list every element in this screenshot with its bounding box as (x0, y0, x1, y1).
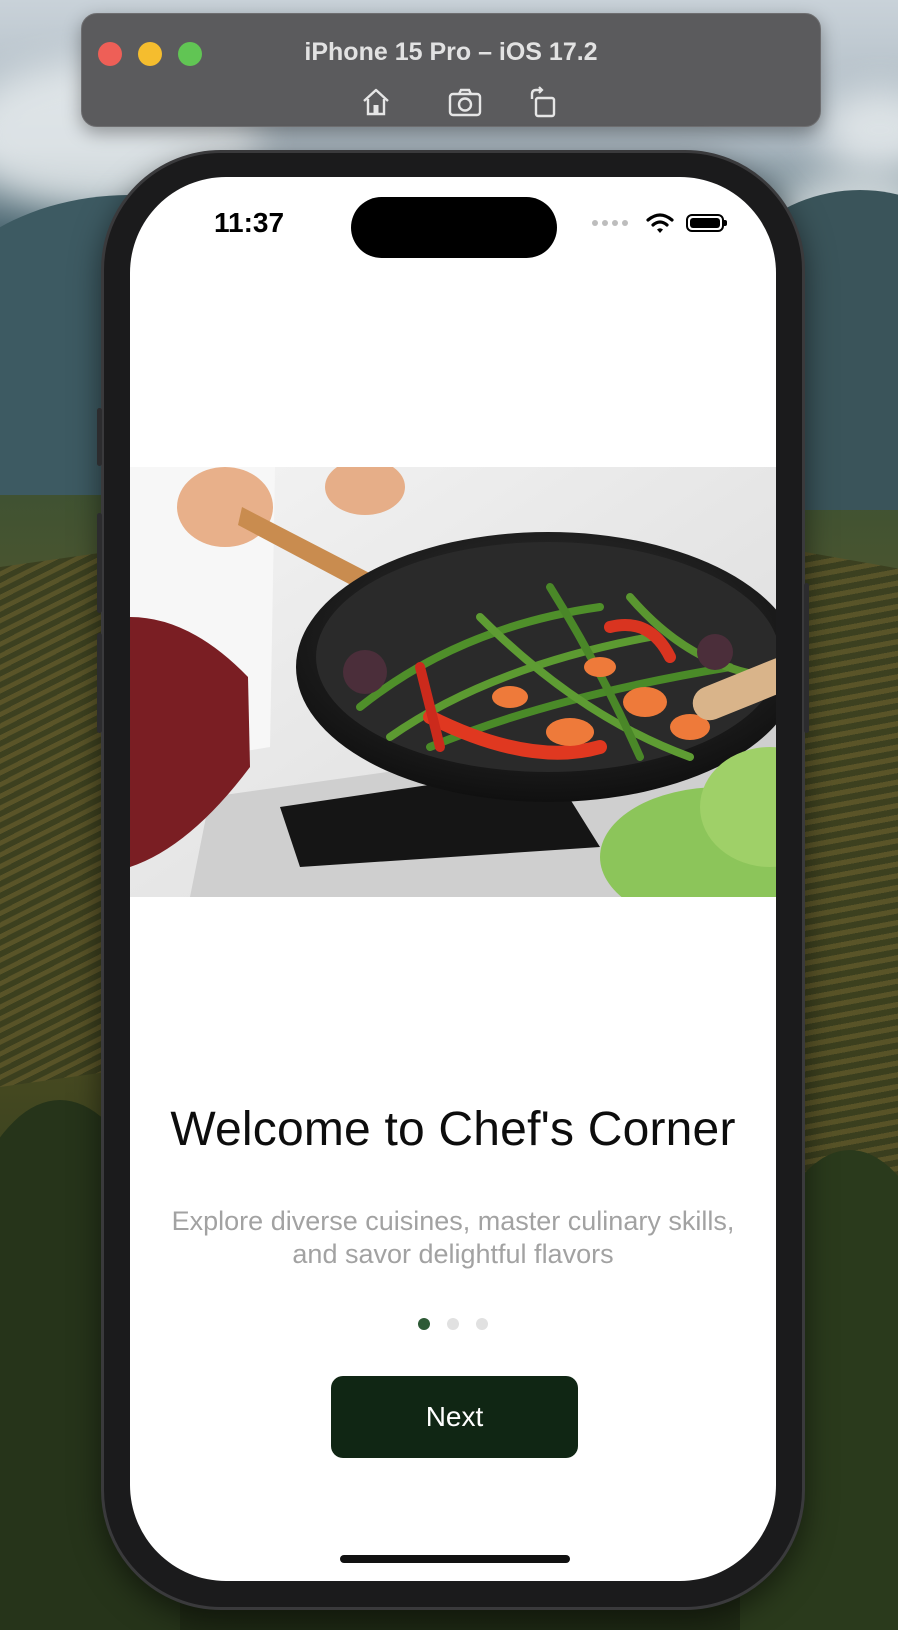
battery-icon (686, 214, 727, 232)
iphone-frame: 11:37 Welcome to Chef's Corner Explore d… (97, 150, 809, 1610)
rotate-icon[interactable] (526, 86, 560, 118)
onboarding-title: Welcome to Chef's Corner (170, 1103, 736, 1156)
home-icon[interactable] (359, 86, 393, 118)
volume-up-button (97, 513, 102, 613)
dynamic-island (351, 197, 557, 258)
cellular-signal-icon (592, 220, 628, 226)
page-dot-2[interactable] (447, 1318, 459, 1330)
app-screen: 11:37 Welcome to Chef's Corner Explore d… (130, 177, 776, 1581)
status-icons (592, 211, 727, 235)
hero-image-wok-stir-fry (130, 467, 776, 897)
page-dot-1[interactable] (418, 1318, 430, 1330)
volume-down-button (97, 633, 102, 733)
simulator-title: iPhone 15 Pro – iOS 17.2 (304, 38, 598, 66)
screenshot-icon[interactable] (448, 86, 482, 118)
action-button (97, 408, 102, 466)
simulator-title-bar: iPhone 15 Pro – iOS 17.2 (81, 13, 821, 127)
power-button (804, 583, 809, 733)
next-button[interactable]: Next (331, 1376, 578, 1458)
onboarding-subtitle: Explore diverse cuisines, master culinar… (171, 1206, 735, 1269)
wifi-icon (646, 213, 674, 233)
home-indicator[interactable] (340, 1555, 570, 1563)
page-indicator[interactable] (130, 1318, 776, 1330)
page-dot-3[interactable] (476, 1318, 488, 1330)
status-time: 11:37 (214, 207, 285, 238)
